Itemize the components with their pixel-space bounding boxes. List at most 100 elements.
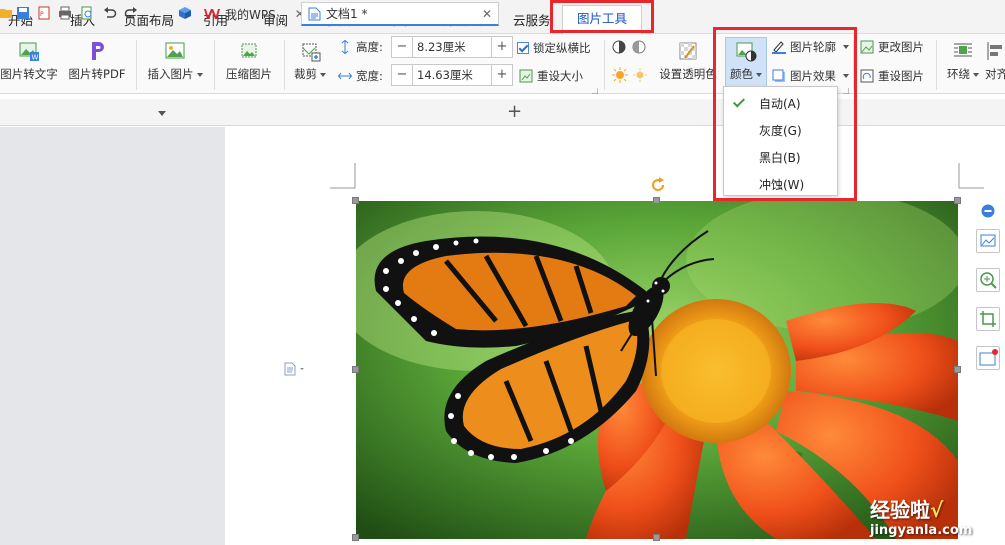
pic-to-text-button[interactable]: W 图片转文字 [0, 40, 58, 82]
pdf-icon [92, 42, 104, 60]
menu-item-auto[interactable]: 自动(A) [759, 95, 801, 112]
ribbon-separator [214, 40, 215, 90]
width-increase-button[interactable]: + [491, 64, 513, 86]
export-pdf-icon[interactable]: P [37, 6, 51, 20]
dialog-launcher-icon[interactable] [592, 88, 598, 94]
resize-handle[interactable] [653, 534, 660, 541]
color-button-content[interactable]: 颜色 [725, 40, 767, 82]
resize-handle[interactable] [352, 366, 359, 373]
new-tab-button[interactable]: + [507, 101, 522, 122]
height-increase-button[interactable]: + [491, 36, 513, 58]
undo-icon[interactable] [103, 6, 117, 20]
menu-bar: 开始 插入 页面布局 引用 审阅 视图 章节 开发工具 云服务 图片工具 [0, 0, 1005, 34]
reset-size-label: 重设大小 [537, 69, 583, 83]
pic-to-pdf-label: 图片转PDF [68, 67, 126, 81]
open-folder-icon[interactable] [0, 6, 14, 20]
align-button[interactable]: 对齐 [985, 40, 1005, 82]
quick-access-dropdown-icon[interactable] [158, 111, 166, 116]
width-decrease-button[interactable]: − [391, 64, 413, 86]
wrap-label: 环绕 [947, 67, 970, 81]
wrap-button[interactable]: 环绕 [943, 40, 983, 82]
print-preview-icon[interactable] [80, 6, 94, 20]
set-transparent-label: 设置透明色 [659, 67, 717, 81]
ribbon-separator [604, 40, 605, 90]
decrease-brightness-icon[interactable] [632, 67, 648, 83]
reset-picture-icon [860, 69, 874, 83]
close-tab-icon[interactable]: ✕ [482, 7, 492, 21]
resize-handle[interactable] [954, 197, 961, 204]
pic-to-text-label: 图片转文字 [0, 67, 58, 81]
lock-ratio-checkbox[interactable]: 锁定纵横比 [517, 40, 591, 56]
width-spinner[interactable]: − 14.63厘米 + [391, 64, 513, 86]
wps-writer-window: 开始 插入 页面布局 引用 审阅 视图 章节 开发工具 云服务 图片工具 W 图… [0, 0, 1005, 545]
selected-picture[interactable] [352, 197, 961, 541]
align-label: 对齐 [985, 67, 1005, 81]
reset-picture-button[interactable]: 重设图片 [860, 68, 924, 84]
svg-text:P: P [40, 11, 44, 18]
picture-to-text-icon: W [19, 42, 39, 62]
width-label: 宽度: [356, 69, 383, 83]
paste-options-icon[interactable] [283, 362, 307, 376]
tab-my-wps[interactable]: 我的WPS ✕ [198, 2, 311, 26]
tab-document-1-label: 文档1 * [326, 7, 368, 21]
resize-handle[interactable] [653, 197, 660, 204]
watermark-title: 经验啦 [870, 498, 930, 522]
tab-picture-tools[interactable]: 图片工具 [562, 5, 643, 34]
menu-item-washout[interactable]: 冲蚀(W) [759, 176, 804, 193]
dropdown-arrow-icon [843, 45, 849, 49]
butterfly-on-flower-photo [356, 201, 958, 539]
insert-picture-label: 插入图片 [147, 67, 194, 81]
picture-icon [165, 42, 185, 59]
watermark-url: jingyanla.com [870, 523, 973, 538]
dialog-launcher-icon[interactable] [843, 88, 849, 94]
dropdown-arrow-icon [756, 72, 762, 77]
dropdown-arrow-icon [320, 72, 326, 77]
pic-to-pdf-button[interactable]: 图片转PDF [66, 40, 128, 82]
collapse-panel-icon[interactable] [981, 204, 995, 218]
height-decrease-button[interactable]: − [391, 36, 413, 58]
redo-icon[interactable] [124, 6, 138, 20]
picture-effects-label: 图片效果 [790, 69, 836, 83]
width-input[interactable]: 14.63厘米 [413, 64, 491, 86]
picture-frame-icon [979, 349, 998, 366]
save-icon[interactable] [16, 6, 30, 20]
height-icon [341, 40, 349, 54]
print-icon[interactable] [58, 6, 72, 20]
checkbox-checked-icon [517, 42, 529, 54]
reset-size-button[interactable]: 重设大小 [519, 68, 583, 84]
resize-handle[interactable] [954, 366, 961, 373]
resize-handle[interactable] [352, 197, 359, 204]
picture-effects-button[interactable]: 图片效果 [772, 68, 849, 84]
crop-button[interactable]: 裁剪 [290, 40, 330, 82]
ribbon-separator [853, 40, 854, 90]
menu-item-grayscale[interactable]: 灰度(G) [759, 122, 802, 139]
set-transparent-color-button[interactable]: 设置透明色 [656, 40, 720, 82]
document-gray-margin [0, 127, 225, 545]
zoom-picture-button[interactable] [976, 268, 1000, 292]
insert-picture-button[interactable]: 插入图片 [144, 40, 206, 82]
decrease-contrast-icon[interactable] [632, 40, 646, 54]
height-spinner[interactable]: − 8.23厘米 + [391, 36, 513, 58]
tab-document-1[interactable]: 文档1 * ✕ [301, 2, 499, 26]
zoom-in-icon [980, 272, 997, 289]
menu-item-black-white[interactable]: 黑白(B) [759, 149, 801, 166]
picture-style-button[interactable] [976, 346, 1000, 370]
height-input[interactable]: 8.23厘米 [413, 36, 491, 58]
checkmark-icon [732, 95, 746, 108]
rotate-handle-icon[interactable] [650, 177, 666, 193]
compress-picture-button[interactable]: 压缩图片 [222, 40, 276, 82]
increase-contrast-icon[interactable] [612, 40, 626, 54]
crop-label: 裁剪 [294, 67, 317, 81]
crop-picture-button[interactable] [976, 307, 1000, 331]
tab-cloud-service[interactable]: 云服务 [513, 10, 551, 29]
transparent-color-icon [679, 42, 697, 60]
cube-icon[interactable] [178, 6, 192, 20]
resize-handle[interactable] [352, 534, 359, 541]
change-picture-label: 更改图片 [878, 40, 924, 54]
dropdown-arrow-icon [196, 72, 203, 77]
width-icon [338, 72, 352, 80]
change-picture-button[interactable]: 更改图片 [860, 39, 924, 55]
picture-outline-button[interactable]: 图片轮廓 [772, 39, 849, 55]
increase-brightness-icon[interactable] [612, 67, 628, 83]
layout-options-button[interactable] [976, 229, 1000, 253]
